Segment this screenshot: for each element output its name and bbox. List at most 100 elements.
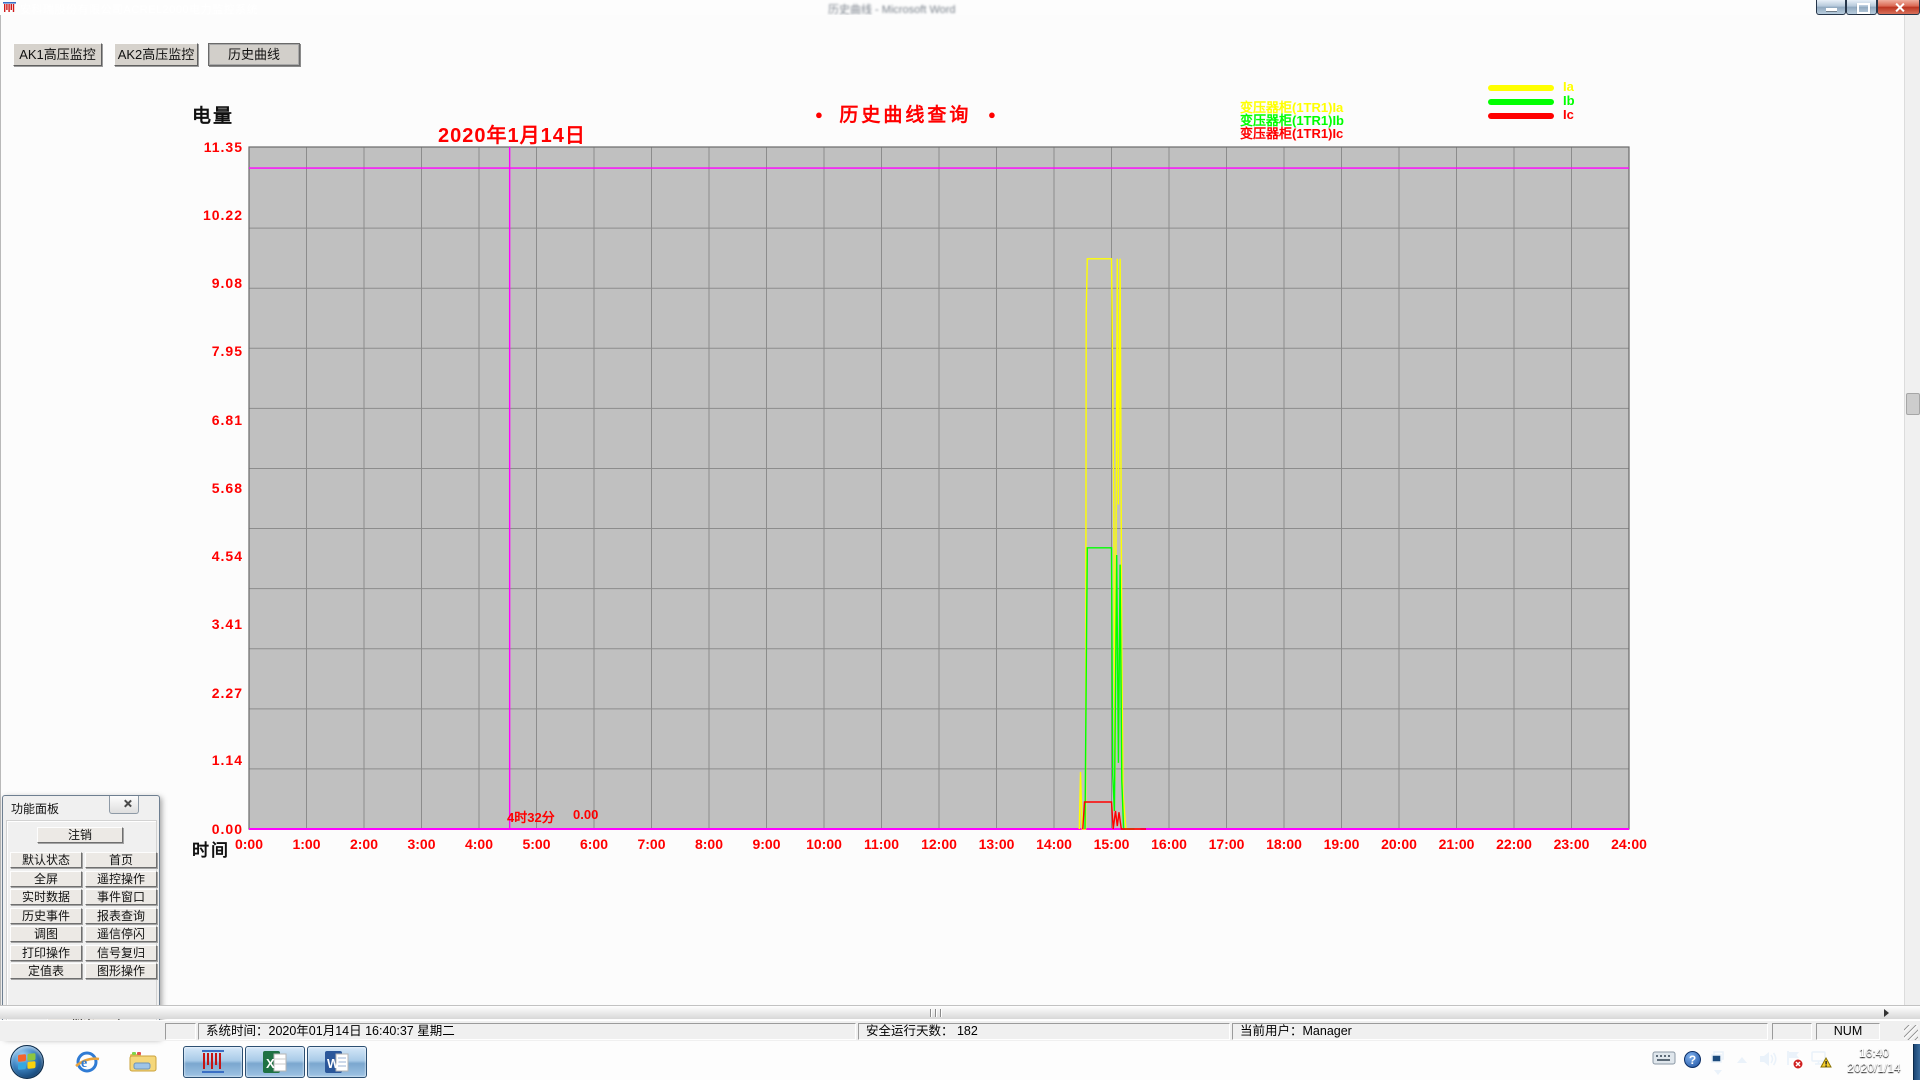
close-icon (1894, 2, 1905, 13)
excel-icon: X (262, 1049, 288, 1075)
svg-text:e: e (81, 1056, 87, 1071)
toolbar-overflow-arrow-icon[interactable] (1884, 1009, 1889, 1017)
legend-entry-ic: 变压器柜(1TR1)Ic (1240, 123, 1343, 142)
panel-button[interactable]: 事件窗口 (85, 889, 157, 905)
tab-history-curve[interactable]: 历史曲线 (208, 43, 300, 66)
logout-button[interactable]: 注销 (37, 827, 123, 843)
tray-clock[interactable]: 16:40 2020/1/14 (1832, 1046, 1916, 1076)
tray-restore-window-icon[interactable] (1711, 1050, 1725, 1075)
y-tick-label: 1.14 (193, 752, 243, 768)
svg-text:X: X (266, 1056, 275, 1071)
panel-button[interactable]: 首页 (85, 852, 157, 868)
dropdown-caret-icon (1714, 1070, 1722, 1075)
close-icon (123, 799, 132, 808)
x-tick-label: 17:00 (1199, 836, 1255, 852)
x-tick-label: 5:00 (509, 836, 565, 852)
chart-title-text: 历史曲线查询 (839, 105, 971, 126)
app-logo-icon (3, 2, 16, 13)
minimize-button[interactable] (1816, 0, 1846, 15)
svg-text:W: W (327, 1056, 340, 1071)
status-empty-segment2 (1772, 1023, 1812, 1040)
clock-time: 16:40 (1832, 1046, 1916, 1061)
close-button[interactable] (1877, 0, 1920, 15)
resize-grip[interactable] (1904, 1025, 1918, 1040)
y-tick-label: 5.68 (193, 480, 243, 496)
taskbar-excel-button[interactable]: X (245, 1046, 305, 1078)
panel-button[interactable]: 调图 (10, 926, 82, 942)
x-tick-label: 7:00 (624, 836, 680, 852)
cursor-time-readout: 4时32分 (507, 807, 555, 826)
panel-button[interactable]: 遥信停闪 (85, 926, 157, 942)
legend-swatch-ia (1488, 85, 1554, 91)
function-panel-close-button[interactable] (109, 796, 139, 814)
tray-input-keyboard-icon[interactable] (1652, 1050, 1676, 1071)
tray-show-hidden-icons[interactable] (1737, 1057, 1747, 1063)
folder-icon (129, 1051, 157, 1073)
title-bar: 安科瑞股份有限公司ACREL2000电力监控系统 历史曲线 - Microsof… (0, 0, 1920, 15)
x-tick-label: 11:00 (854, 836, 910, 852)
title-bullet-left: ● (815, 107, 823, 122)
y-tick-label: 6.81 (193, 412, 243, 428)
y-tick-label: 7.95 (193, 343, 243, 359)
y-tick-label: 3.41 (193, 616, 243, 632)
vertical-scrollbar-thumb[interactable] (1906, 393, 1920, 415)
internet-explorer-icon: e (74, 1049, 100, 1075)
x-tick-label: 12:00 (911, 836, 967, 852)
panel-button[interactable]: 图形操作 (85, 963, 157, 979)
x-tick-label: 2:00 (336, 836, 392, 852)
y-tick-label: 9.08 (193, 275, 243, 291)
toolbar-grip[interactable] (930, 1009, 944, 1017)
start-button[interactable] (10, 1045, 44, 1079)
x-tick-label: 16:00 (1141, 836, 1197, 852)
panel-button[interactable]: 实时数据 (10, 889, 82, 905)
acrel-app-icon (200, 1049, 226, 1075)
status-empty-segment (165, 1023, 196, 1040)
x-tick-label: 4:00 (451, 836, 507, 852)
function-panel-window: 功能面板 注销 默认状态首页全屏遥控操作实时数据事件窗口历史事件报表查询调图遥信… (2, 795, 160, 1038)
minimize-icon (1826, 8, 1837, 11)
x-tick-label: 10:00 (796, 836, 852, 852)
cursor-value-readout: 0.00 (573, 807, 598, 822)
x-tick-label: 20:00 (1371, 836, 1427, 852)
chart-title: ● 历史曲线查询 ● (815, 100, 996, 127)
vertical-scrollbar[interactable] (1904, 15, 1920, 1005)
panel-button[interactable]: 历史事件 (10, 908, 82, 924)
x-tick-label: 23:00 (1544, 836, 1600, 852)
show-desktop-button[interactable] (1913, 1044, 1920, 1080)
panel-button[interactable]: 报表查询 (85, 908, 157, 924)
y-tick-label: 0.00 (193, 821, 243, 837)
panel-button[interactable]: 信号复归 (85, 945, 157, 961)
x-tick-label: 6:00 (566, 836, 622, 852)
status-system-time: 系统时间：2020年01月14日 16:40:37 星期二 (198, 1023, 856, 1040)
x-tick-label: 3:00 (394, 836, 450, 852)
panel-button[interactable]: 默认状态 (10, 852, 82, 868)
y-tick-label: 2.27 (193, 685, 243, 701)
tray-volume-icon[interactable] (1758, 1050, 1780, 1073)
maximize-button[interactable] (1846, 0, 1877, 15)
panel-button[interactable]: 定值表 (10, 963, 82, 979)
x-tick-label: 24:00 (1601, 836, 1657, 852)
taskbar-word-button[interactable]: W (307, 1046, 367, 1078)
x-tick-label: 19:00 (1314, 836, 1370, 852)
status-current-user: 当前用户：Manager (1232, 1023, 1768, 1040)
status-bar: 系统时间：2020年01月14日 16:40:37 星期二 安全运行天数： 18… (0, 1020, 1920, 1041)
tray-network-warning-icon[interactable] (1810, 1050, 1832, 1075)
x-tick-label: 18:00 (1256, 836, 1312, 852)
y-tick-label: 11.35 (193, 139, 243, 155)
panel-button[interactable]: 遥控操作 (85, 871, 157, 887)
taskbar-explorer-button[interactable] (120, 1046, 166, 1078)
x-tick-label: 14:00 (1026, 836, 1082, 852)
tray-help-icon[interactable]: ? (1684, 1051, 1701, 1068)
tab-ak1-hv-monitor[interactable]: AK1高压监控 (13, 43, 102, 66)
tab-ak2-hv-monitor[interactable]: AK2高压监控 (114, 43, 198, 66)
toolbar-strip (0, 1005, 1920, 1019)
tray-action-center-flag-icon[interactable] (1785, 1050, 1805, 1075)
panel-button[interactable]: 全屏 (10, 871, 82, 887)
taskbar-ie-button[interactable]: e (64, 1046, 110, 1078)
x-tick-label: 22:00 (1486, 836, 1542, 852)
windows-flag-icon (17, 1052, 37, 1072)
panel-button[interactable]: 打印操作 (10, 945, 82, 961)
status-safe-run-days: 安全运行天数： 182 (858, 1023, 1230, 1040)
x-tick-label: 0:00 (221, 836, 277, 852)
taskbar-acrel-app-button[interactable] (183, 1046, 243, 1078)
